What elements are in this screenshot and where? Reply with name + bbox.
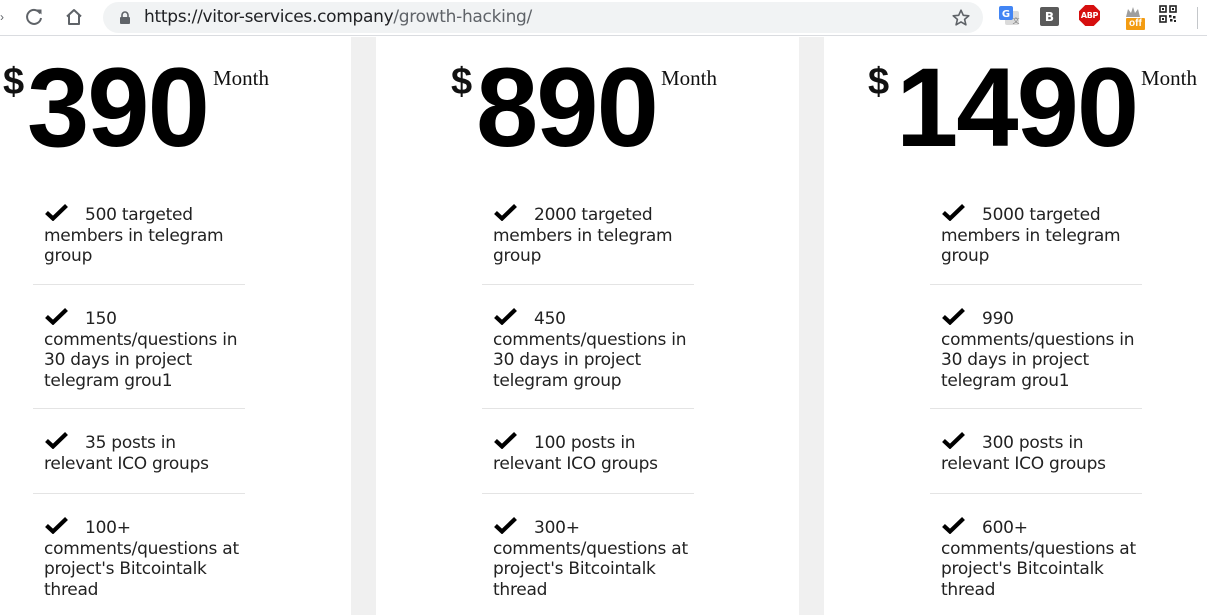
home-icon xyxy=(66,9,82,25)
star-icon xyxy=(952,9,970,26)
checkmark-icon xyxy=(494,307,517,325)
reload-icon xyxy=(26,8,42,25)
checkmark-icon xyxy=(45,516,68,534)
feature-text: 2000 targeted members in telegram group xyxy=(493,205,673,266)
adblock-plus-icon: ABP xyxy=(1079,5,1100,26)
feature-item: 300+ comments/questions at project's Bit… xyxy=(482,494,694,600)
google-translate-extension[interactable]: G 文 xyxy=(998,5,1020,27)
url-host: https://vitor-services.company xyxy=(144,7,394,27)
feature-text: 600+ comments/questions at project's Bit… xyxy=(941,518,1136,600)
pricing-card-1490: $ 1490 Month 5000 targeted members in te… xyxy=(824,37,1207,615)
feature-item: 990 comments/questions in 30 days in pro… xyxy=(930,285,1142,409)
off-extension[interactable]: off xyxy=(1122,5,1145,30)
feature-text: 5000 targeted members in telegram group xyxy=(941,205,1121,266)
feature-list: 2000 targeted members in telegram group … xyxy=(482,201,694,600)
price-period: Month xyxy=(213,66,270,90)
checkmark-icon xyxy=(494,431,517,449)
feature-text: 450 comments/questions in 30 days in pro… xyxy=(493,309,687,391)
lock-icon xyxy=(120,11,130,24)
price-period: Month xyxy=(1141,66,1198,90)
home-button[interactable] xyxy=(60,4,88,30)
feature-item: 500 targeted members in telegram group xyxy=(33,201,245,285)
currency-symbol: $ xyxy=(3,61,25,103)
checkmark-icon xyxy=(942,516,965,534)
reload-button[interactable] xyxy=(20,4,48,30)
checkmark-icon xyxy=(494,516,517,534)
price-amount: 1490 xyxy=(896,45,1139,170)
column-gap xyxy=(351,37,376,615)
b-extension[interactable]: B xyxy=(1040,5,1062,27)
price-amount: 890 xyxy=(476,45,659,170)
pricing-card-890: $ 890 Month 2000 targeted members in tel… xyxy=(376,37,799,615)
column-gap xyxy=(799,37,824,615)
svg-text:文: 文 xyxy=(1013,16,1020,25)
off-extension-icon xyxy=(1126,7,1140,17)
price-period: Month xyxy=(661,66,718,90)
svg-text:G: G xyxy=(1002,9,1010,20)
pricing-section: $ 390 Month 500 targeted members in tele… xyxy=(0,37,1207,615)
currency-symbol: $ xyxy=(868,61,890,103)
feature-text: 100+ comments/questions at project's Bit… xyxy=(44,518,239,600)
checkmark-icon xyxy=(942,431,965,449)
feature-item: 150 comments/questions in 30 days in pro… xyxy=(33,285,245,409)
feature-text: 500 targeted members in telegram group xyxy=(44,205,224,266)
feature-item: 5000 targeted members in telegram group xyxy=(930,201,1142,285)
browser-toolbar: › https://vitor-services.company/growth-… xyxy=(0,0,1207,36)
feature-item: 450 comments/questions in 30 days in pro… xyxy=(482,285,694,409)
feature-text: 990 comments/questions in 30 days in pro… xyxy=(941,309,1135,391)
checkmark-icon xyxy=(942,203,965,221)
checkmark-icon xyxy=(45,431,68,449)
feature-item: 2000 targeted members in telegram group xyxy=(482,201,694,285)
bookmark-button[interactable] xyxy=(949,6,973,30)
feature-text: 300+ comments/questions at project's Bit… xyxy=(493,518,688,600)
feature-item: 100 posts in relevant ICO groups xyxy=(482,409,694,494)
url-path: /growth-hacking/ xyxy=(393,7,532,27)
url-text: https://vitor-services.company/growth-ha… xyxy=(144,7,532,28)
back-button-edge[interactable]: › xyxy=(0,10,6,24)
feature-item: 100+ comments/questions at project's Bit… xyxy=(33,494,245,600)
google-translate-icon: G 文 xyxy=(999,6,1020,25)
toolbar-divider xyxy=(1197,7,1198,29)
price-amount: 390 xyxy=(27,45,210,170)
pricing-card-390: $ 390 Month 500 targeted members in tele… xyxy=(0,37,351,615)
qr-code-extension[interactable] xyxy=(1159,5,1181,27)
feature-list: 500 targeted members in telegram group 1… xyxy=(33,201,245,600)
checkmark-icon xyxy=(494,203,517,221)
b-extension-icon: B xyxy=(1040,7,1059,26)
feature-item: 300 posts in relevant ICO groups xyxy=(930,409,1142,494)
off-badge: off xyxy=(1126,18,1145,30)
adblock-plus-extension[interactable]: ABP xyxy=(1079,5,1101,27)
feature-text: 150 comments/questions in 30 days in pro… xyxy=(44,309,238,391)
checkmark-icon xyxy=(45,203,68,221)
qr-code-icon xyxy=(1159,5,1177,23)
checkmark-icon xyxy=(45,307,68,325)
address-bar[interactable]: https://vitor-services.company/growth-ha… xyxy=(103,2,983,33)
feature-list: 5000 targeted members in telegram group … xyxy=(930,201,1142,600)
currency-symbol: $ xyxy=(451,61,473,103)
checkmark-icon xyxy=(942,307,965,325)
feature-item: 600+ comments/questions at project's Bit… xyxy=(930,494,1142,600)
feature-item: 35 posts in relevant ICO groups xyxy=(33,409,245,494)
